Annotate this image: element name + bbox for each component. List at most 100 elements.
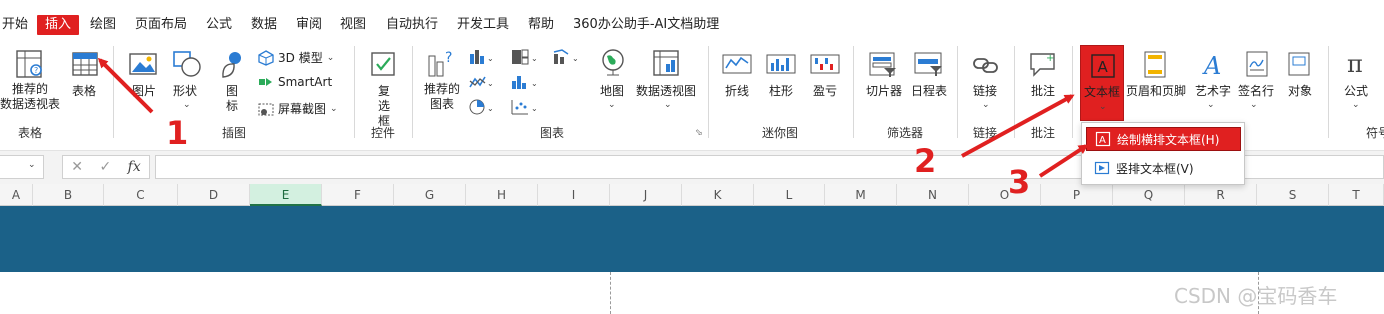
chart-type-hierarchy-button[interactable]: ⌄ [510, 48, 540, 70]
column-header[interactable]: C [104, 184, 178, 206]
name-box-dropdown-icon[interactable]: ⌄ [28, 160, 36, 170]
header-footer-button[interactable] [1140, 50, 1170, 78]
shapes-button[interactable] [172, 50, 202, 78]
chart-type-column-button[interactable]: ⌄ [468, 48, 496, 70]
menu-tab-data[interactable]: 数据 [251, 15, 277, 35]
column-header-selected[interactable]: E [250, 184, 322, 206]
chart-type-statistic-button[interactable]: ⌄ [510, 73, 540, 95]
signature-line-button[interactable] [1243, 50, 1273, 78]
model3d-dropdown-icon[interactable]: ⌄ [327, 53, 335, 63]
column-header[interactable]: A [0, 184, 33, 206]
wordart-dropdown-icon[interactable]: ⌄ [1207, 100, 1215, 110]
page-break-line [610, 272, 611, 314]
equation-button[interactable]: π [1342, 50, 1372, 78]
group-divider [354, 46, 355, 138]
svg-text:⌄: ⌄ [531, 104, 538, 113]
column-header[interactable]: J [610, 184, 682, 206]
link-dropdown-icon[interactable]: ⌄ [982, 100, 990, 110]
table-label: 表格 [72, 84, 97, 98]
comment-button[interactable]: + [1028, 50, 1058, 78]
textbox-button[interactable]: A 文本框 ⌄ [1080, 45, 1124, 121]
smartart-label: SmartArt [278, 75, 333, 89]
menu-tab-insert[interactable]: 插入 [37, 15, 80, 35]
menu-tab-review[interactable]: 审阅 [296, 15, 322, 35]
svg-text:?: ? [34, 66, 38, 75]
chart-dialog-launcher-icon[interactable]: ⬂ [695, 128, 703, 138]
group-divider [853, 46, 854, 138]
menu-tab-view[interactable]: 视图 [340, 15, 366, 35]
shapes-dropdown-icon[interactable]: ⌄ [183, 100, 191, 110]
watermark: CSDN @宝码香车 [1174, 284, 1338, 308]
merged-header-cell[interactable] [0, 206, 1384, 272]
pictures-button[interactable] [128, 50, 158, 78]
chart-type-pie-button[interactable]: ⌄ [468, 98, 496, 120]
equation-dropdown-icon[interactable]: ⌄ [1352, 100, 1360, 110]
pi-icon: π [1347, 50, 1363, 78]
sparkline-line-button[interactable] [722, 52, 752, 76]
chart-type-scatter-button[interactable]: ⌄ [510, 98, 540, 120]
chart-type-line-button[interactable]: ⌄ [468, 73, 496, 95]
model3d-button[interactable]: 3D 模型 ⌄ [258, 49, 334, 66]
column-header[interactable]: D [178, 184, 250, 206]
column-header[interactable]: M [825, 184, 897, 206]
column-header[interactable]: N [897, 184, 969, 206]
name-box[interactable]: ⌄ [0, 155, 44, 179]
recommended-charts-button[interactable]: ? [427, 48, 457, 78]
screenshot-dropdown-icon[interactable]: ⌄ [330, 104, 338, 114]
pivot-chart-dropdown-icon[interactable]: ⌄ [664, 100, 672, 110]
column-header[interactable]: B [33, 184, 104, 206]
maps-button[interactable] [598, 48, 628, 78]
chart-type-combo-button[interactable]: ⌄ [552, 48, 582, 70]
column-header[interactable]: G [394, 184, 466, 206]
menu-tab-automate[interactable]: 自动执行 [386, 15, 438, 35]
draw-horizontal-textbox-item[interactable]: A 绘制横排文本框(H) [1086, 127, 1241, 151]
pictures-label: 图片 [132, 84, 157, 98]
smartart-button[interactable]: SmartArt [258, 75, 332, 89]
menu-tab-formulas[interactable]: 公式 [206, 15, 232, 35]
object-button[interactable] [1284, 50, 1314, 78]
cancel-icon[interactable]: ✕ [71, 159, 83, 175]
column-header[interactable]: I [538, 184, 610, 206]
column-header[interactable]: L [754, 184, 825, 206]
column-header[interactable]: H [466, 184, 538, 206]
link-icon [973, 58, 998, 73]
checkbox-button[interactable] [368, 50, 398, 78]
column-header[interactable]: T [1329, 184, 1384, 206]
vertical-textbox-item[interactable]: 竖排文本框(V) [1086, 156, 1241, 180]
slicer-button[interactable] [868, 50, 898, 78]
menu-tab-draw[interactable]: 绘图 [90, 15, 116, 35]
menu-tab-360-assistant[interactable]: 360办公助手-AI文档助理 [573, 15, 719, 35]
signature-dropdown-icon[interactable]: ⌄ [1250, 100, 1258, 110]
textbox-dropdown-icon[interactable]: ⌄ [1099, 102, 1107, 112]
annotation-step-3: 3 [1008, 163, 1031, 201]
timeline-button[interactable] [913, 50, 943, 78]
vertical-textbox-icon [1094, 161, 1110, 175]
column-header[interactable]: S [1257, 184, 1329, 206]
menu-tab-home[interactable]: 开始 [2, 15, 28, 35]
menu-tab-page-layout[interactable]: 页面布局 [135, 15, 187, 35]
icons-button[interactable] [218, 50, 246, 80]
column-header[interactable]: R [1185, 184, 1257, 206]
sparkline-column-button[interactable] [766, 52, 796, 76]
column-header[interactable]: F [322, 184, 394, 206]
column-header[interactable]: K [682, 184, 754, 206]
column-header[interactable]: Q [1113, 184, 1185, 206]
vertical-textbox-label: 竖排文本框(V) [1116, 161, 1194, 176]
wordart-button[interactable]: A [1198, 50, 1228, 78]
sparkline-column-label: 柱形 [769, 84, 794, 98]
maps-dropdown-icon[interactable]: ⌄ [608, 100, 616, 110]
pivot-table-button[interactable]: ? [14, 48, 46, 80]
table-button[interactable] [70, 50, 100, 78]
insert-function-icon[interactable]: fx [128, 159, 141, 175]
menu-tab-help[interactable]: 帮助 [528, 15, 554, 35]
confirm-icon[interactable]: ✓ [99, 159, 111, 175]
sparkline-winloss-button[interactable] [810, 52, 840, 76]
icons-label: 图 标 [225, 84, 238, 113]
screenshot-button[interactable]: 屏幕截图 ⌄ [258, 100, 338, 117]
pivot-chart-button[interactable] [652, 48, 682, 78]
link-button[interactable] [971, 52, 1001, 78]
column-header[interactable]: P [1041, 184, 1113, 206]
sparkline-winloss-icon [810, 54, 840, 74]
svg-text:⌄: ⌄ [531, 79, 538, 88]
menu-tab-developer[interactable]: 开发工具 [457, 15, 509, 35]
